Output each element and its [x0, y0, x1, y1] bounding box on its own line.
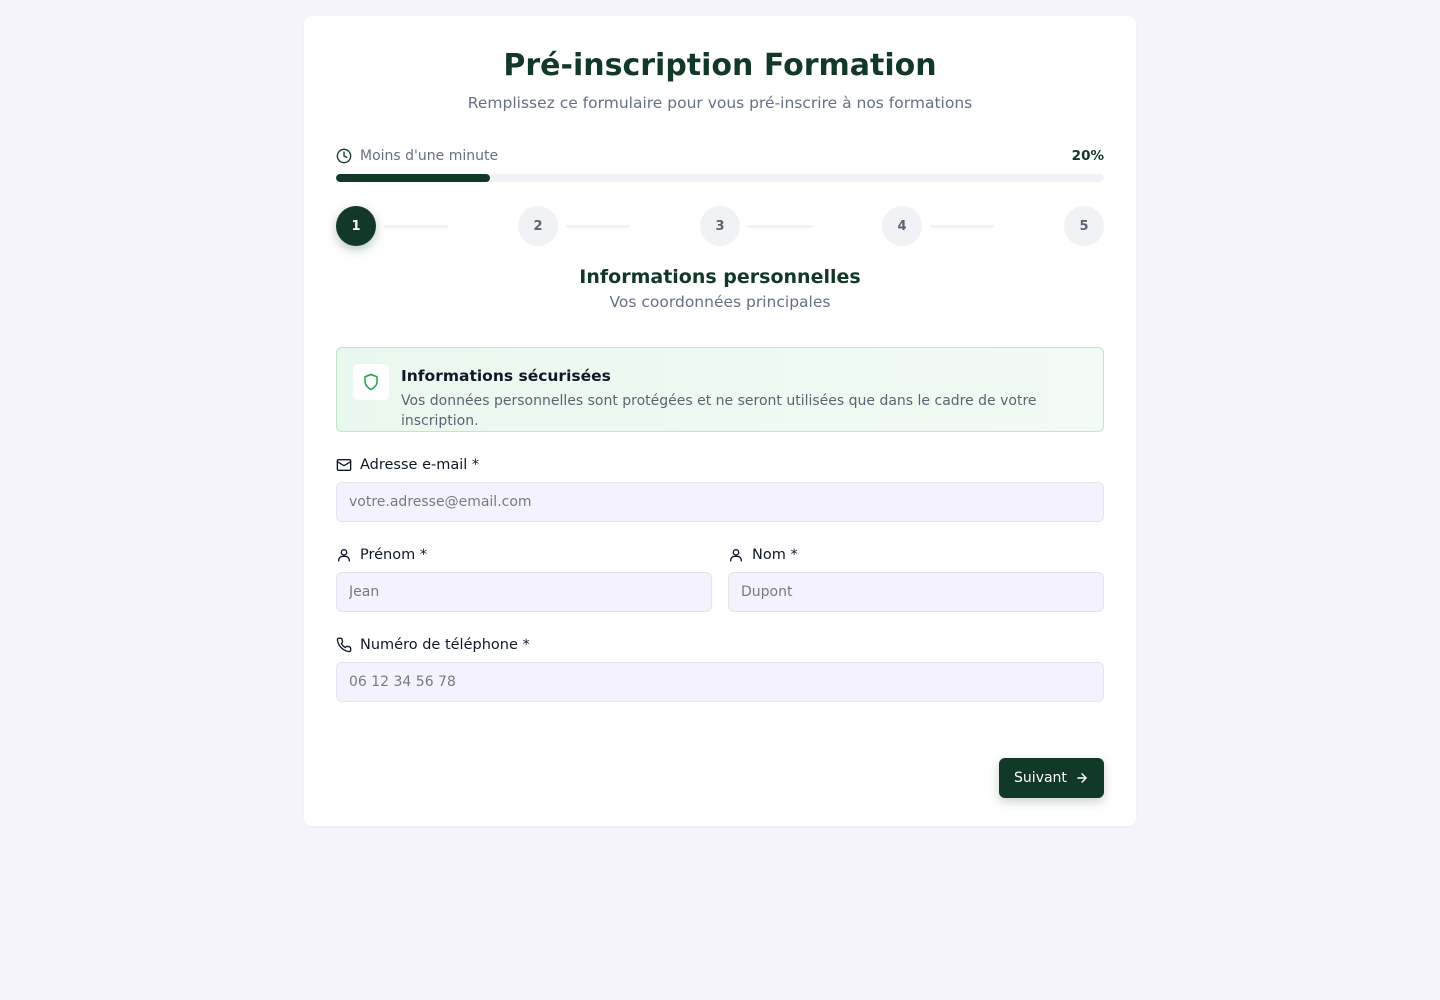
first-name-input[interactable]: [336, 572, 712, 612]
progress-header: Moins d'une minute 20%: [336, 146, 1104, 166]
progress-bar: [336, 174, 1104, 182]
step-connector: [384, 225, 448, 228]
phone-label-text: Numéro de téléphone *: [360, 637, 530, 653]
form-actions: Suivant: [336, 758, 1104, 798]
section-title: Informations personnelles: [579, 266, 861, 288]
phone-input[interactable]: [336, 662, 1104, 702]
step-5[interactable]: 5: [1064, 206, 1104, 246]
email-label-text: Adresse e-mail *: [360, 457, 480, 473]
last-name-label: Nom *: [728, 545, 1104, 565]
step-1[interactable]: 1: [336, 206, 376, 246]
email-field-group: Adresse e-mail *: [336, 455, 1104, 522]
email-label: Adresse e-mail *: [336, 455, 1104, 475]
registration-card: Pré-inscription Formation Remplissez ce …: [304, 16, 1136, 826]
first-name-label-text: Prénom *: [360, 547, 428, 563]
shield-icon: [353, 364, 389, 400]
clock-icon: [336, 148, 352, 164]
user-icon: [730, 549, 742, 562]
mail-icon: [336, 459, 352, 471]
section-subtitle: Vos coordonnées principales: [609, 293, 831, 311]
time-label: Moins d'une minute: [360, 148, 499, 164]
step-indicator: 1 2 3 4 5: [336, 206, 1104, 246]
phone-label: Numéro de téléphone *: [336, 635, 1104, 655]
progress-percent: 20%: [1071, 148, 1104, 164]
progress-bar-fill: [336, 174, 490, 182]
first-name-label: Prénom *: [336, 545, 712, 565]
secure-notice-text: Vos données personnelles sont protégées …: [401, 393, 1037, 429]
last-name-field-group: Nom *: [728, 545, 1104, 612]
step-4[interactable]: 4: [882, 206, 922, 246]
step-connector: [748, 225, 812, 228]
step-2[interactable]: 2: [518, 206, 558, 246]
phone-field-group: Numéro de téléphone *: [336, 635, 1104, 702]
last-name-label-text: Nom *: [752, 547, 798, 563]
secure-notice-title: Informations sécurisées: [401, 367, 611, 385]
name-row: Prénom * Nom *: [336, 522, 1104, 612]
last-name-input[interactable]: [728, 572, 1104, 612]
first-name-field-group: Prénom *: [336, 545, 712, 612]
estimated-time: Moins d'une minute: [336, 148, 498, 164]
user-icon: [338, 549, 350, 562]
next-button-label: Suivant: [1014, 770, 1067, 786]
step-3[interactable]: 3: [700, 206, 740, 246]
page-title: Pré-inscription Formation: [503, 48, 937, 83]
step-connector: [566, 225, 630, 228]
next-button[interactable]: Suivant: [999, 758, 1104, 798]
page-subtitle: Remplissez ce formulaire pour vous pré-i…: [467, 94, 973, 112]
arrow-right-icon: [1077, 773, 1087, 783]
email-input[interactable]: [336, 482, 1104, 522]
secure-notice-content: Informations sécurisées Vos données pers…: [401, 364, 1087, 429]
phone-icon: [336, 637, 352, 653]
step-connector: [930, 225, 994, 228]
secure-notice: Informations sécurisées Vos données pers…: [336, 347, 1104, 432]
